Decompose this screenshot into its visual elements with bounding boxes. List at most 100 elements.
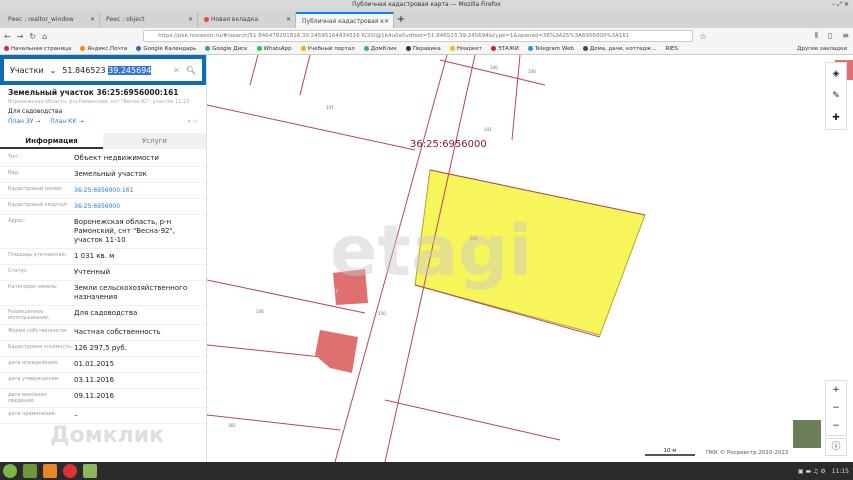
tab-info[interactable]: Информация <box>0 133 103 149</box>
attribution: ПКК © Росреестр 2010-2022 <box>706 450 789 456</box>
bookmark[interactable]: ЭТАЖИ <box>490 44 519 54</box>
info-key: Площадь уточненная: <box>8 252 67 258</box>
start-menu-icon[interactable] <box>3 464 17 478</box>
info-value[interactable]: 36:25:6956000 <box>74 202 206 211</box>
chevron-down-icon[interactable]: ⌄ <box>50 66 57 75</box>
info-row: Кадастровый номер: 36:25:6956000:161 <box>0 183 206 199</box>
bookmark[interactable]: WhatsApp <box>256 44 292 54</box>
nav-bar: ← → ↻ ⌂ https://pkk.rosreestr.ru/#/search/5… <box>0 28 853 44</box>
window-titlebar: Публичная кадастровая карта — Mozilla Fi… <box>0 0 853 10</box>
bookmark[interactable]: Google Календарь <box>136 44 196 54</box>
parcel-label: 146 <box>256 309 264 314</box>
tab-object[interactable]: Реес : object ✕ <box>100 12 198 28</box>
bookmark[interactable]: Нмаркет <box>449 44 482 54</box>
forward-icon[interactable]: → <box>17 32 24 41</box>
info-row: Статус: Учтенный <box>0 265 206 281</box>
map-tools: ◈ ✎ ✚ <box>825 62 847 130</box>
clear-icon[interactable]: ✕ <box>173 66 180 75</box>
close-icon[interactable]: ✕ <box>90 12 95 28</box>
locate-button[interactable]: ⓘ <box>825 438 847 456</box>
bookmark[interactable]: Telegram Web <box>527 44 574 54</box>
bookmark[interactable]: Перавика <box>405 44 441 54</box>
layers-icon[interactable]: ◈ <box>826 63 846 85</box>
plan-kk-link[interactable]: План КК → <box>50 118 83 126</box>
bookmark[interactable]: Google Диск <box>205 44 248 54</box>
back-icon[interactable]: ← <box>4 32 11 41</box>
tray-icons[interactable]: ▣ ▬ ♫ ⚙ <box>798 468 826 475</box>
info-value[interactable]: 36:25:6956000:161 <box>74 186 206 195</box>
home-icon[interactable]: ⌂ <box>42 32 47 41</box>
bookmark-star-icon[interactable]: ☆ <box>699 32 706 41</box>
parcel-label: 140 <box>528 69 536 74</box>
parcel-label: 165 <box>228 423 236 428</box>
building[interactable] <box>315 330 358 373</box>
parcel-label: 147 <box>326 105 334 110</box>
info-value: Частная собственность <box>74 328 161 336</box>
info-row: Разрешенное использование: Для садоводств… <box>0 306 206 325</box>
zoom-in-button[interactable]: + <box>826 381 846 399</box>
etagi-watermark: etagi <box>330 210 532 292</box>
search-icon[interactable]: 🔍︎ <box>186 66 196 75</box>
tab-realtor-window[interactable]: Реес : realtor_window ✕ <box>2 12 100 28</box>
info-value: Для садоводства <box>74 309 138 317</box>
close-icon[interactable]: ✕ <box>286 12 291 28</box>
info-key: Тип: <box>8 154 20 160</box>
info-value: Воронежская область, р-н Рамонский, снт … <box>74 218 175 244</box>
info-row: Адрес: Воронежская область, р-н Рамонский… <box>0 215 206 249</box>
search-input[interactable]: Участки ⌄ 51.846523 39.245694 ✕ 🔍︎ <box>4 59 202 81</box>
edit-icon[interactable]: ✎ <box>826 85 846 107</box>
close-icon[interactable]: ✕ <box>384 14 389 28</box>
search-coord-lat: 51.846523 <box>62 65 106 75</box>
bookmark[interactable]: Учебный портал <box>300 44 355 54</box>
info-key: дата применения: <box>8 411 57 417</box>
menu-icon[interactable]: ≡ <box>842 31 849 41</box>
zoom-reset-button[interactable]: − <box>826 417 846 435</box>
info-value: 126 297,5 руб. <box>74 344 127 352</box>
info-key: дата определения: <box>8 360 59 366</box>
category-select[interactable]: Участки <box>10 66 44 75</box>
bookmark[interactable]: Домa, дачи, коттедж... <box>582 44 656 54</box>
search-coord-lon: 39.245694 <box>108 65 152 75</box>
tab-services[interactable]: Услуги <box>103 133 206 149</box>
new-tab-button[interactable]: + <box>394 12 408 28</box>
info-table: Тип: Объект недвижимости Вид: Земельный уча… <box>0 151 206 424</box>
minimap[interactable] <box>793 420 821 448</box>
zoom-out-button[interactable]: − <box>826 399 846 417</box>
window-title: Публичная кадастровая карта — Mozilla Fi… <box>352 1 501 8</box>
tab-new[interactable]: Новая вкладка ✕ <box>198 12 296 28</box>
bookmark[interactable]: ДомКлик <box>363 44 397 54</box>
search-bar: Участки ⌄ 51.846523 39.245694 ✕ 🔍︎ <box>0 55 206 85</box>
other-bookmarks[interactable]: Другие закладки <box>797 44 853 54</box>
library-icon[interactable]: ⫴ <box>815 31 818 41</box>
zoom-controls: + − − <box>825 380 847 436</box>
info-value: Земельный участок <box>74 170 147 178</box>
quarter-label: 36:25:6956000 <box>410 139 487 150</box>
desktop-icon[interactable] <box>23 464 37 478</box>
chrome-icon[interactable] <box>63 464 77 478</box>
bookmarks-bar: Начальная страница Яндекс.Почта Google К… <box>0 44 853 55</box>
scale-bar: 10 м <box>645 448 695 456</box>
url-input[interactable]: https://pkk.rosreestr.ru/#/search/51.846… <box>143 30 694 42</box>
reload-icon[interactable]: ↻ <box>29 32 36 41</box>
files-icon[interactable] <box>83 464 97 478</box>
info-row: Категория земель: Земли сельскохозяйствен… <box>0 281 206 306</box>
parcel-label: 141 <box>484 127 492 132</box>
firefox-icon[interactable] <box>43 464 57 478</box>
bookmark[interactable]: Яндекс.Почта <box>80 44 127 54</box>
zoom-to-icon[interactable]: ⌕ ☆ <box>187 118 198 126</box>
info-key: Форма собственности: <box>8 328 68 334</box>
close-icon[interactable]: ✕ <box>188 12 193 28</box>
sidebar-icon[interactable]: ▯ <box>828 31 832 41</box>
parcel-purpose: Для садоводства <box>8 108 63 115</box>
info-row: дата определения: 01.01.2015 <box>0 357 206 373</box>
bookmark[interactable]: RIES <box>665 44 677 54</box>
info-row: Кадастровая стоимость: 126 297,5 руб. <box>0 341 206 357</box>
parcel-label: 150 <box>378 311 386 316</box>
info-row: дата применения: – <box>0 408 206 424</box>
add-icon[interactable]: ✚ <box>826 107 846 129</box>
window-controls[interactable]: – ⤢ ✕ <box>832 0 849 10</box>
bookmark[interactable]: Начальная страница <box>4 44 71 54</box>
firefox-icon <box>204 17 209 22</box>
plan-zu-link[interactable]: План ЗУ → <box>8 118 40 126</box>
tab-cadastral-map[interactable]: Публичная кадастровая к ✕ <box>296 12 394 28</box>
